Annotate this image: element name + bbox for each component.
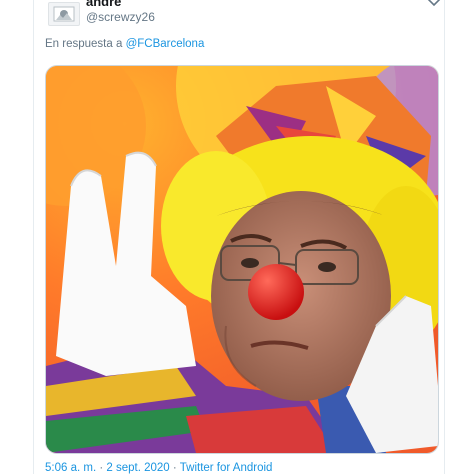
reply-context: En respuesta a @FCBarcelona <box>45 38 204 50</box>
timeline-right-border <box>444 0 445 474</box>
tweet-image[interactable] <box>45 65 439 454</box>
avatar-icon <box>53 6 75 22</box>
display-name[interactable]: andré <box>86 0 121 9</box>
chevron-down-icon[interactable] <box>424 0 444 10</box>
timeline-left-border <box>33 0 34 474</box>
user-handle[interactable]: @screwzy26 <box>86 10 155 24</box>
avatar[interactable] <box>48 2 80 26</box>
tweet-date[interactable]: 2 sept. 2020 <box>106 462 169 474</box>
clown-photo <box>46 66 438 453</box>
footer-separator-2: · <box>172 462 177 474</box>
tweet-header: andré @screwzy26 <box>44 0 444 30</box>
tweet-footer: 5:06 a. m. · 2 sept. 2020 · Twitter for … <box>45 462 272 474</box>
tweet-source[interactable]: Twitter for Android <box>180 462 273 474</box>
reply-prefix: En respuesta a <box>45 38 123 50</box>
tweet-time[interactable]: 5:06 a. m. <box>45 462 96 474</box>
reply-target-link[interactable]: @FCBarcelona <box>126 38 205 50</box>
footer-separator: · <box>99 462 104 474</box>
